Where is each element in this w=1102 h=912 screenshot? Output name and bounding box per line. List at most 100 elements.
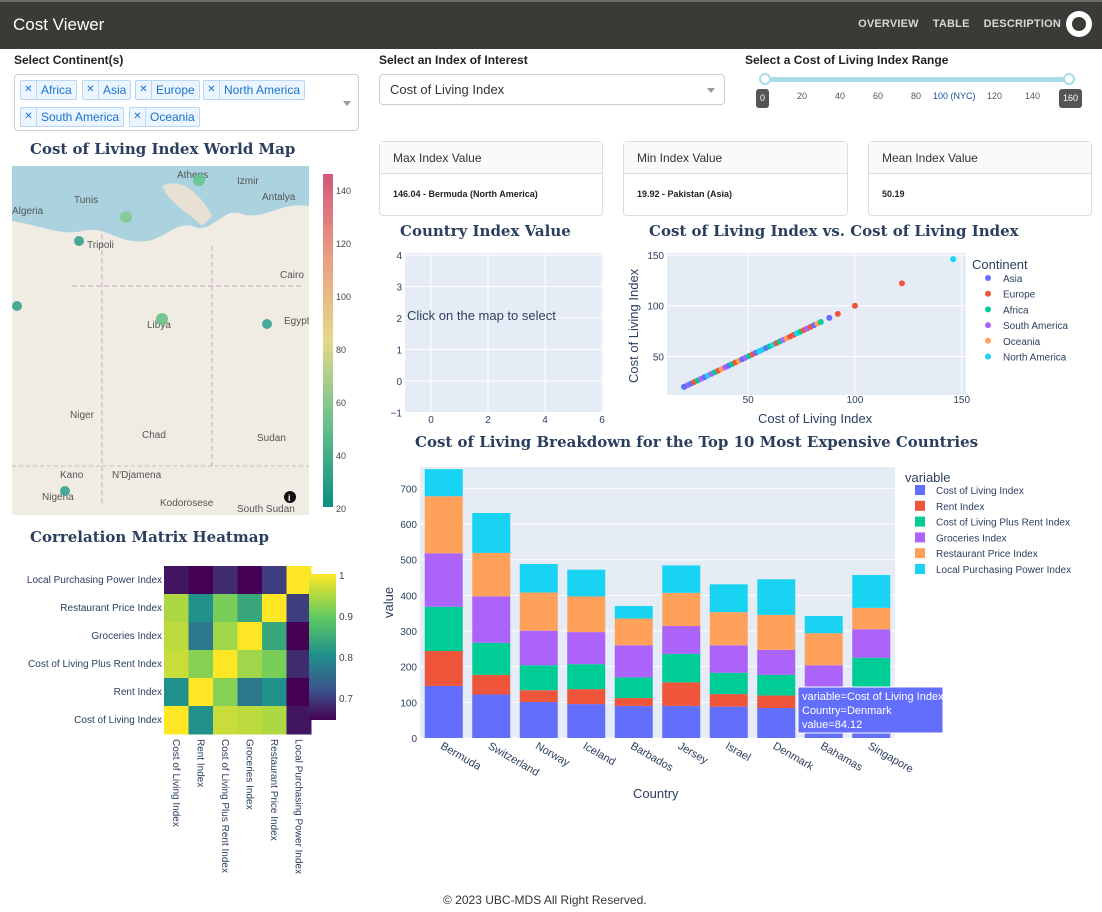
bar-segment[interactable] [472, 674, 511, 695]
bar-segment[interactable] [614, 645, 653, 678]
scatter-point[interactable] [826, 314, 833, 321]
heatmap-cell[interactable] [164, 622, 189, 651]
bar-segment[interactable] [757, 614, 796, 650]
bar-segment[interactable] [519, 592, 558, 631]
heatmap-cell[interactable] [188, 594, 214, 623]
nav-table-link[interactable]: TABLE [933, 18, 970, 30]
app-title[interactable]: Cost Viewer [13, 15, 104, 35]
bar-segment[interactable] [852, 575, 891, 608]
legend-label[interactable]: Groceries Index [936, 533, 1007, 544]
heatmap-cell[interactable] [237, 678, 263, 707]
chevron-down-icon[interactable] [707, 88, 715, 93]
map-marker[interactable] [262, 319, 272, 329]
bar-segment[interactable] [709, 672, 748, 695]
bar-segment[interactable] [567, 596, 606, 633]
heatmap-cell[interactable] [164, 678, 189, 707]
map-marker[interactable] [156, 313, 168, 325]
bar-segment[interactable] [757, 674, 796, 696]
remove-icon[interactable]: ✕ [136, 81, 152, 99]
heatmap-cell[interactable] [164, 566, 189, 595]
bar-segment[interactable] [472, 694, 511, 738]
map-marker[interactable] [74, 236, 84, 246]
bar-segment[interactable] [424, 496, 463, 554]
legend-label[interactable]: Cost of Living Plus Rent Index [936, 518, 1070, 529]
bar-segment[interactable] [662, 682, 701, 706]
heatmap-cell[interactable] [262, 566, 287, 595]
bar-segment[interactable] [472, 642, 511, 675]
bar-segment[interactable] [424, 553, 463, 607]
heatmap-cell[interactable] [262, 706, 287, 735]
bar-segment[interactable] [614, 618, 653, 646]
bar-segment[interactable] [567, 664, 606, 690]
github-icon[interactable] [1066, 11, 1092, 37]
bar-segment[interactable] [709, 645, 748, 673]
correlation-heatmap[interactable]: Local Purchasing Power Index Restaurant P… [0, 555, 370, 895]
heatmap-cell[interactable] [237, 566, 263, 595]
heatmap-cell[interactable] [237, 650, 263, 679]
map-marker[interactable] [120, 211, 132, 223]
heatmap-cell[interactable] [286, 594, 312, 623]
bar-segment[interactable] [472, 512, 511, 553]
heatmap-cell[interactable] [237, 706, 263, 735]
bar-segment[interactable] [424, 650, 463, 686]
bar-segment[interactable] [662, 705, 701, 738]
bar-segment[interactable] [614, 698, 653, 706]
scatter-point[interactable] [834, 310, 841, 317]
legend-swatch[interactable] [915, 532, 925, 543]
legend-swatch[interactable] [915, 516, 925, 527]
remove-icon[interactable]: ✕ [21, 81, 37, 99]
scatter-point[interactable] [898, 280, 905, 287]
heatmap-cell[interactable] [286, 566, 312, 595]
remove-icon[interactable]: ✕ [204, 81, 220, 99]
legend-label[interactable]: Rent Index [936, 502, 984, 513]
heatmap-cell[interactable] [188, 650, 214, 679]
heatmap-cell[interactable] [213, 650, 238, 679]
range-slider-min-handle[interactable] [759, 73, 771, 85]
heatmap-cell[interactable] [213, 622, 238, 651]
legend-marker[interactable] [985, 306, 991, 313]
bar-segment[interactable] [567, 704, 606, 738]
bar-segment[interactable] [519, 563, 558, 593]
bar-segment[interactable] [614, 705, 653, 738]
bar-segment[interactable] [424, 685, 463, 738]
bar-segment[interactable] [709, 584, 748, 613]
bar-segment[interactable] [852, 607, 891, 630]
bar-segment[interactable] [567, 569, 606, 597]
bar-segment[interactable] [614, 606, 653, 619]
bar-segment[interactable] [424, 606, 463, 651]
heatmap-cell[interactable] [237, 622, 263, 651]
legend-label[interactable]: Africa [1003, 305, 1029, 316]
remove-icon[interactable]: ✕ [130, 108, 146, 126]
bar-segment[interactable] [519, 701, 558, 738]
legend-label[interactable]: Cost of Living Index [936, 486, 1024, 497]
heatmap-cell[interactable] [188, 622, 214, 651]
legend-label[interactable]: North America [1003, 353, 1067, 364]
bar-segment[interactable] [662, 592, 701, 627]
bar-segment[interactable] [709, 694, 748, 707]
legend-marker[interactable] [985, 353, 991, 360]
scatter-point[interactable] [681, 383, 688, 390]
chevron-down-icon[interactable] [343, 101, 351, 106]
heatmap-cell[interactable] [188, 706, 214, 735]
bar-segment[interactable] [709, 706, 748, 738]
heatmap-cell[interactable] [262, 678, 287, 707]
bar-segment[interactable] [662, 626, 701, 654]
scatter-chart[interactable]: 50 50 100 100 150 150 Cost of Living Index Co… [620, 245, 1095, 430]
range-slider-track[interactable] [765, 77, 1070, 82]
legend-label[interactable]: Europe [1003, 290, 1036, 301]
continent-multiselect[interactable]: ✕ Africa ✕ Asia ✕ Europe ✕ North America ✕ So… [14, 74, 359, 131]
heatmap-cell[interactable] [164, 594, 189, 623]
legend-label[interactable]: Oceania [1003, 337, 1041, 348]
bar-segment[interactable] [662, 653, 701, 683]
nav-description-link[interactable]: DESCRIPTION [984, 18, 1061, 30]
remove-icon[interactable]: ✕ [83, 81, 99, 99]
heatmap-cell[interactable] [262, 650, 287, 679]
legend-marker[interactable] [985, 322, 991, 329]
heatmap-cell[interactable] [213, 594, 238, 623]
country-index-chart[interactable]: 0 2 4 6 4 3 2 1 0 −1 Click on the map to select [380, 245, 610, 425]
scatter-point[interactable] [851, 302, 858, 309]
remove-icon[interactable]: ✕ [21, 108, 37, 126]
legend-swatch[interactable] [915, 485, 925, 495]
bar-segment[interactable] [519, 690, 558, 702]
heatmap-cell[interactable] [286, 650, 312, 679]
